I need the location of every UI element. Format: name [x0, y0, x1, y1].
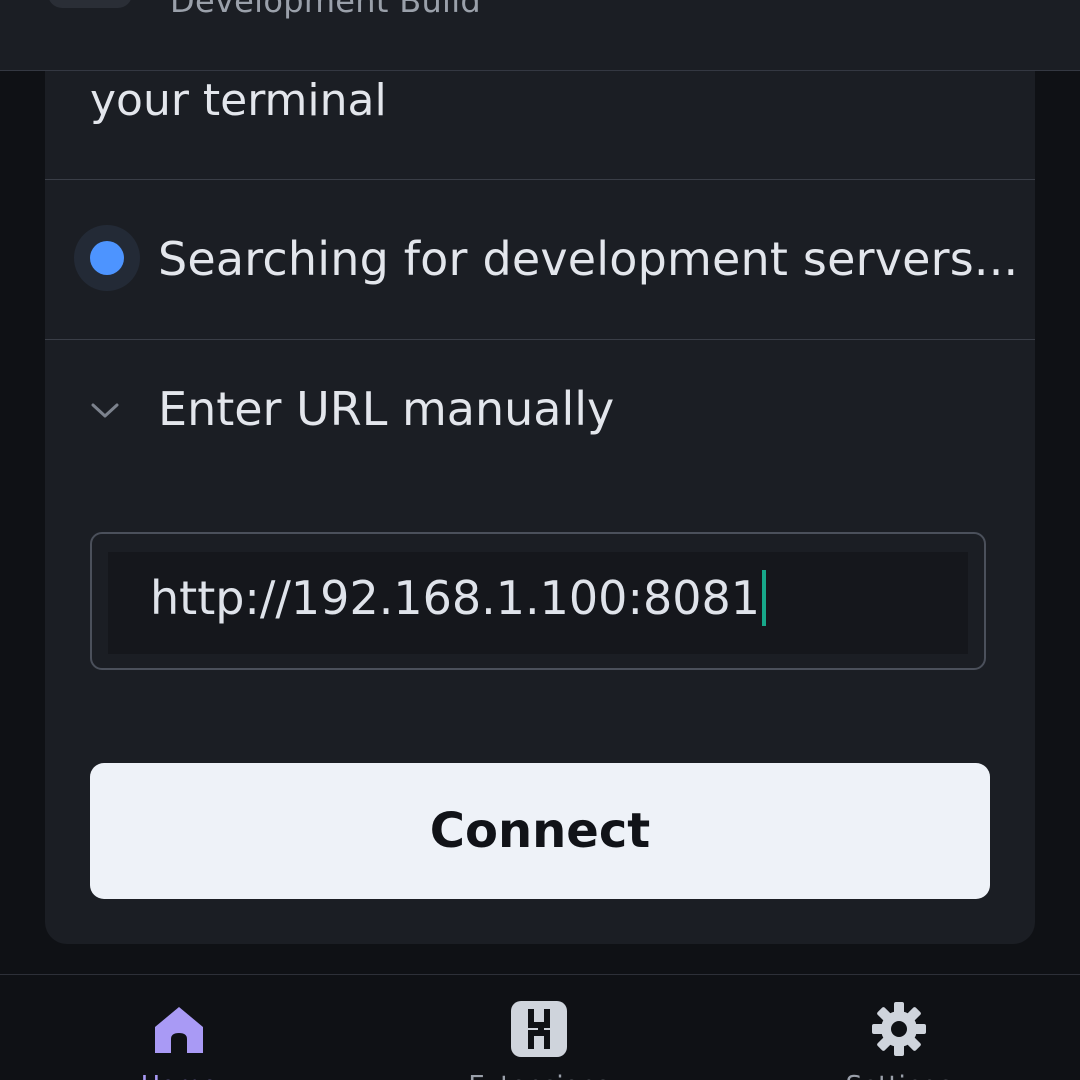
search-status-text: Searching for development servers...	[158, 232, 1019, 286]
home-icon	[155, 1007, 203, 1053]
status-dot-icon	[90, 241, 124, 275]
url-input-value-wrap: http://192.168.1.100:8081	[150, 570, 767, 626]
nav-label-home: Home	[79, 1071, 279, 1080]
nav-label-settings: Settings	[799, 1071, 999, 1080]
nav-label-extensions: Extensions	[439, 1071, 639, 1080]
dev-client-screen: Development Build your terminal Searchin…	[0, 0, 1080, 1080]
url-input-value: http://192.168.1.100:8081	[150, 571, 761, 625]
connect-button[interactable]: Connect	[90, 763, 990, 899]
instructions-text: your terminal	[90, 75, 387, 126]
nav-tab-home[interactable]: Home	[79, 975, 279, 1080]
extensions-icon	[511, 1001, 567, 1057]
url-input-inner[interactable]: http://192.168.1.100:8081	[108, 552, 968, 654]
nav-tab-extensions[interactable]: Extensions	[439, 975, 639, 1080]
url-input[interactable]: http://192.168.1.100:8081	[90, 532, 986, 670]
enter-url-label: Enter URL manually	[158, 382, 615, 436]
chevron-down-icon	[91, 403, 119, 418]
nav-tab-settings[interactable]: Settings	[799, 975, 999, 1080]
connect-card: your terminal Searching for development …	[45, 71, 1035, 944]
enter-url-toggle[interactable]: Enter URL manually	[45, 340, 1035, 490]
gear-icon	[872, 1002, 926, 1056]
header-subtitle: Development Build	[170, 0, 482, 20]
text-caret	[762, 570, 767, 626]
app-header: Development Build	[0, 0, 1080, 71]
instructions-row: your terminal	[45, 71, 1035, 180]
app-logo	[48, 0, 132, 8]
server-search-row: Searching for development servers...	[45, 180, 1035, 340]
bottom-nav: Home Extensions	[0, 974, 1080, 1080]
